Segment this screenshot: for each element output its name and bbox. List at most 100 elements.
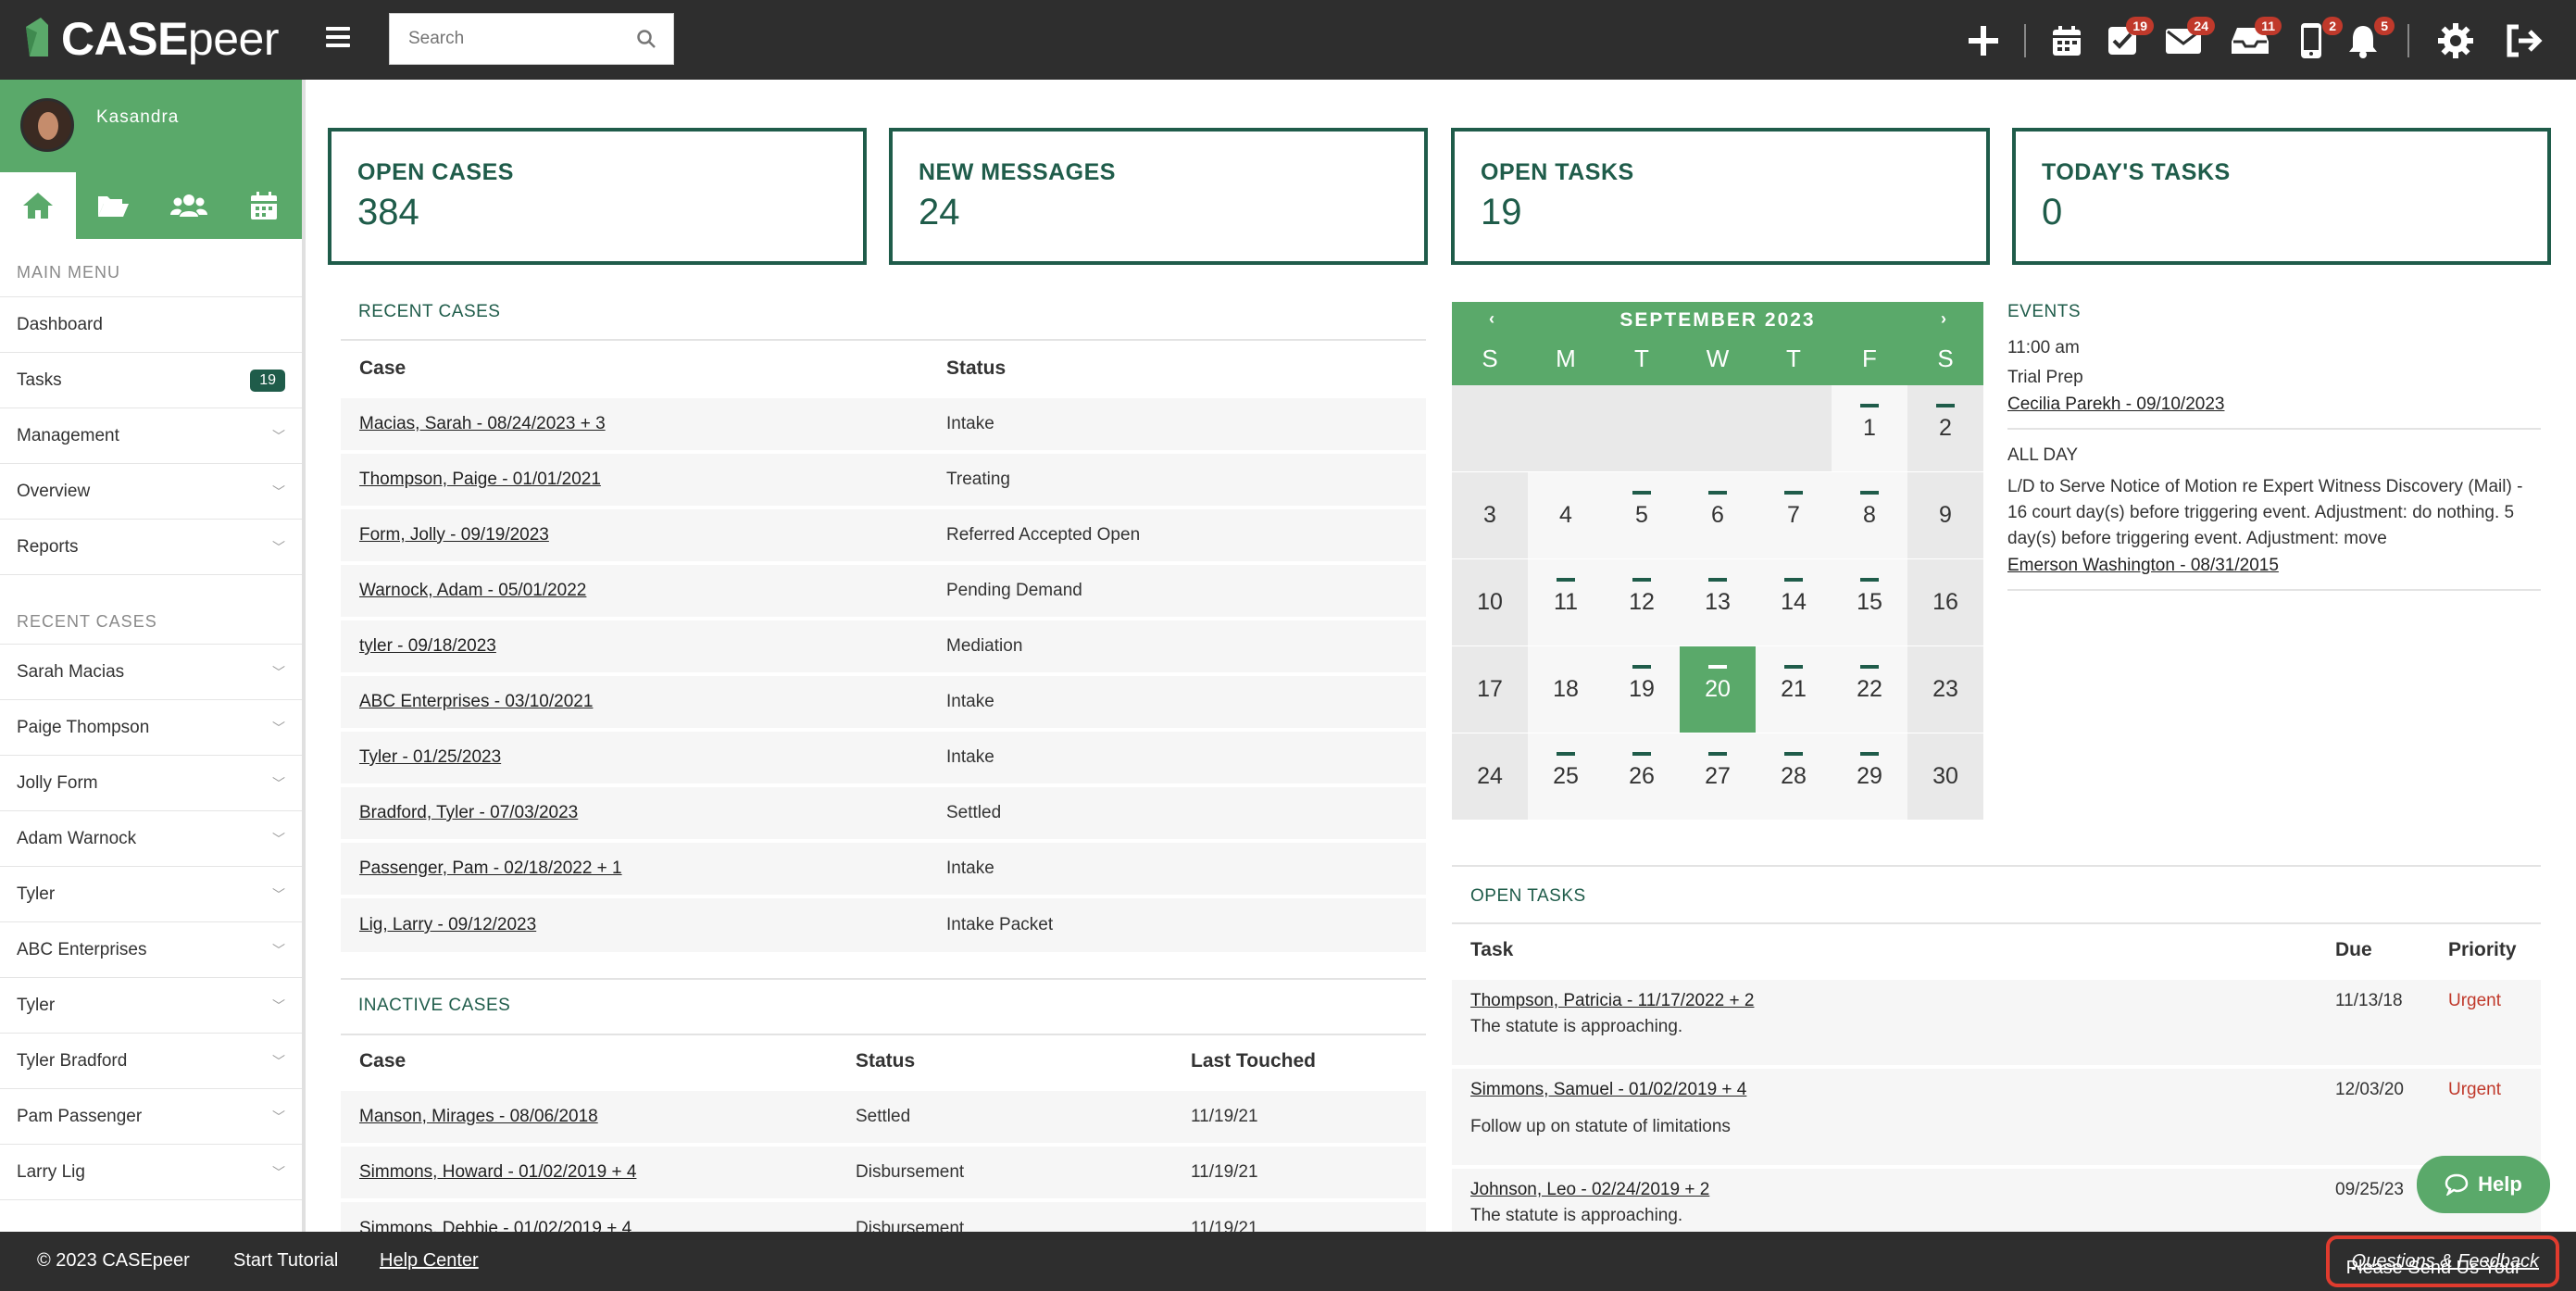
chevron-down-icon[interactable]: ﹀ bbox=[272, 1052, 285, 1071]
sidebar-recent-case[interactable]: Pam Passenger ﹀ bbox=[0, 1089, 302, 1145]
calendar-day[interactable]: 7 bbox=[1756, 472, 1832, 559]
sidebar-recent-case[interactable]: Tyler ﹀ bbox=[0, 978, 302, 1034]
calendar-day[interactable]: 8 bbox=[1832, 472, 1907, 559]
calendar-day[interactable]: 6 bbox=[1680, 472, 1756, 559]
chevron-down-icon[interactable]: ﹀ bbox=[272, 719, 285, 737]
case-link[interactable]: Manson, Mirages - 08/06/2018 bbox=[359, 1107, 598, 1126]
calendar-day[interactable]: 3 bbox=[1452, 472, 1528, 559]
tab-calendar[interactable] bbox=[227, 172, 303, 239]
feedback-banner[interactable]: Please Send Us Your Questions & Feedback bbox=[2325, 1235, 2559, 1287]
inbox-tray-icon[interactable]: 11 bbox=[2230, 17, 2282, 61]
case-link[interactable]: Passenger, Pam - 02/18/2022 + 1 bbox=[359, 859, 622, 878]
search-icon[interactable] bbox=[636, 29, 657, 54]
chevron-down-icon[interactable]: ﹀ bbox=[272, 1108, 285, 1126]
calendar-day[interactable]: 16 bbox=[1907, 559, 1983, 646]
calendar-day[interactable]: 15 bbox=[1832, 559, 1907, 646]
sidebar-recent-case[interactable]: Adam Warnock ﹀ bbox=[0, 811, 302, 867]
calendar-day[interactable]: 25 bbox=[1528, 733, 1604, 821]
calendar-day[interactable]: 30 bbox=[1907, 733, 1983, 821]
sidebar-item-dashboard[interactable]: Dashboard bbox=[0, 297, 302, 353]
sidebar-recent-case[interactable]: Paige Thompson ﹀ bbox=[0, 700, 302, 756]
calendar-day[interactable]: 12 bbox=[1604, 559, 1680, 646]
calendar-day[interactable]: 23 bbox=[1907, 646, 1983, 733]
event-case-link[interactable]: Emerson Washington - 08/31/2015 bbox=[2007, 556, 2279, 575]
column-header[interactable]: Due bbox=[2335, 924, 2448, 978]
case-link[interactable]: Tyler - 01/25/2023 bbox=[359, 747, 501, 767]
column-header[interactable]: Task bbox=[1452, 924, 2335, 978]
event-case-link[interactable]: Cecilia Parekh - 09/10/2023 bbox=[2007, 395, 2224, 414]
task-case-link[interactable]: Simmons, Samuel - 01/02/2019 + 4 bbox=[1470, 1080, 1746, 1099]
calendar-day[interactable]: 14 bbox=[1756, 559, 1832, 646]
logout-icon[interactable] bbox=[2504, 20, 2545, 61]
avatar[interactable] bbox=[20, 98, 74, 152]
sidebar-item-reports[interactable]: Reports ﹀ bbox=[0, 520, 302, 575]
sidebar-recent-case[interactable]: Tyler Bradford ﹀ bbox=[0, 1034, 302, 1089]
calendar-day[interactable]: 2 bbox=[1907, 385, 1983, 472]
column-header[interactable]: Status bbox=[856, 1035, 1191, 1089]
column-header[interactable]: Case bbox=[341, 343, 946, 396]
calendar-day[interactable]: 28 bbox=[1756, 733, 1832, 821]
tab-contacts[interactable] bbox=[151, 172, 227, 239]
messages-envelope-icon[interactable]: 24 bbox=[2163, 17, 2215, 61]
sidebar-item-tasks[interactable]: Tasks 19 bbox=[0, 353, 302, 408]
case-link[interactable]: Form, Jolly - 09/19/2023 bbox=[359, 525, 549, 545]
help-center-link[interactable]: Help Center bbox=[380, 1250, 479, 1272]
calendar-day[interactable]: 13 bbox=[1680, 559, 1756, 646]
case-link[interactable]: Macias, Sarah - 08/24/2023 + 3 bbox=[359, 414, 606, 433]
phone-icon[interactable]: 2 bbox=[2291, 17, 2343, 61]
chevron-down-icon[interactable]: ﹀ bbox=[272, 663, 285, 682]
search-input[interactable] bbox=[390, 14, 673, 64]
chevron-down-icon[interactable]: ﹀ bbox=[272, 941, 285, 959]
gear-icon[interactable] bbox=[2435, 20, 2476, 61]
column-header[interactable]: Priority bbox=[2448, 924, 2541, 978]
calendar-day[interactable]: 22 bbox=[1832, 646, 1907, 733]
calendar-icon[interactable] bbox=[2046, 20, 2087, 61]
help-button[interactable]: Help bbox=[2417, 1156, 2550, 1213]
open-tasks-card[interactable]: OPEN TASKS 19 bbox=[1451, 128, 1990, 265]
calendar-day[interactable]: 11 bbox=[1528, 559, 1604, 646]
calendar-day[interactable]: 9 bbox=[1907, 472, 1983, 559]
task-case-link[interactable]: Thompson, Patricia - 11/17/2022 + 2 bbox=[1470, 991, 1754, 1010]
chevron-down-icon[interactable]: ﹀ bbox=[272, 996, 285, 1015]
sidebar-item-management[interactable]: Management ﹀ bbox=[0, 408, 302, 464]
sidebar-item-overview[interactable]: Overview ﹀ bbox=[0, 464, 302, 520]
case-link[interactable]: Warnock, Adam - 05/01/2022 bbox=[359, 581, 586, 600]
chevron-down-icon[interactable]: ﹀ bbox=[272, 1163, 285, 1182]
tasks-check-icon[interactable]: 19 bbox=[2102, 17, 2154, 61]
calendar-day[interactable]: 21 bbox=[1756, 646, 1832, 733]
open-cases-card[interactable]: OPEN CASES 384 bbox=[328, 128, 867, 265]
case-link[interactable]: ABC Enterprises - 03/10/2021 bbox=[359, 692, 593, 711]
calendar-day[interactable]: 18 bbox=[1528, 646, 1604, 733]
case-link[interactable]: Lig, Larry - 09/12/2023 bbox=[359, 915, 536, 934]
calendar-day-today[interactable]: 20 bbox=[1680, 646, 1756, 733]
case-link[interactable]: Thompson, Paige - 01/01/2021 bbox=[359, 470, 601, 489]
calendar-day[interactable]: 24 bbox=[1452, 733, 1528, 821]
sidebar-recent-case[interactable]: Larry Lig ﹀ bbox=[0, 1145, 302, 1200]
calendar-next-button[interactable]: › bbox=[1941, 309, 1946, 329]
calendar-day[interactable]: 1 bbox=[1832, 385, 1907, 472]
column-header[interactable]: Last Touched bbox=[1191, 1035, 1426, 1089]
sidebar-recent-case[interactable]: Tyler ﹀ bbox=[0, 867, 302, 922]
new-messages-card[interactable]: NEW MESSAGES 24 bbox=[889, 128, 1428, 265]
calendar-day[interactable]: 10 bbox=[1452, 559, 1528, 646]
chevron-down-icon[interactable]: ﹀ bbox=[272, 885, 285, 904]
hamburger-menu-icon[interactable] bbox=[326, 22, 359, 56]
case-link[interactable]: tyler - 09/18/2023 bbox=[359, 636, 496, 656]
case-link[interactable]: Bradford, Tyler - 07/03/2023 bbox=[359, 803, 578, 822]
column-header[interactable]: Case bbox=[341, 1035, 856, 1089]
calendar-day[interactable]: 29 bbox=[1832, 733, 1907, 821]
calendar-day[interactable]: 26 bbox=[1604, 733, 1680, 821]
calendar-day[interactable]: 4 bbox=[1528, 472, 1604, 559]
start-tutorial-link[interactable]: Start Tutorial bbox=[233, 1250, 338, 1272]
todays-tasks-card[interactable]: TODAY'S TASKS 0 bbox=[2012, 128, 2551, 265]
add-icon[interactable] bbox=[1963, 20, 2004, 61]
column-header[interactable]: Status bbox=[946, 343, 1426, 396]
tab-cases[interactable] bbox=[76, 172, 152, 239]
calendar-day[interactable]: 19 bbox=[1604, 646, 1680, 733]
app-logo[interactable]: CASEpeer bbox=[20, 9, 280, 69]
case-link[interactable]: Simmons, Howard - 01/02/2019 + 4 bbox=[359, 1162, 636, 1182]
tab-home[interactable] bbox=[0, 172, 76, 239]
calendar-day[interactable]: 27 bbox=[1680, 733, 1756, 821]
sidebar-recent-case[interactable]: Sarah Macias ﹀ bbox=[0, 645, 302, 700]
bell-icon[interactable]: 5 bbox=[2343, 17, 2395, 61]
